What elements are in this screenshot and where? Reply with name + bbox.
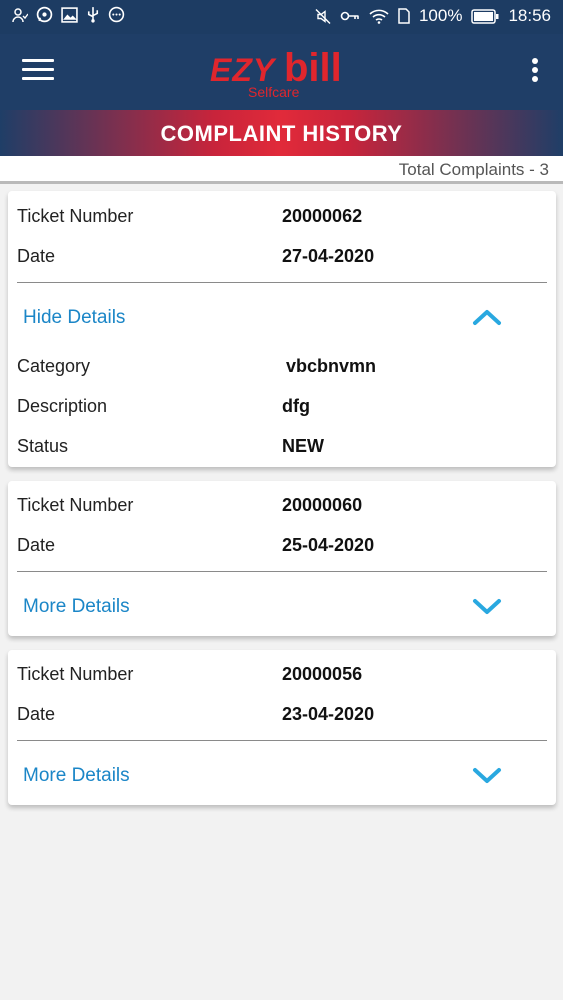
total-complaints-row: Total Complaints - 3 — [0, 156, 563, 184]
mute-icon — [315, 8, 331, 24]
date-value: 23-04-2020 — [282, 704, 375, 724]
image-icon — [61, 6, 78, 23]
ticket-number-row: Ticket Number 20000060 — [8, 495, 556, 525]
ticket-number-value: 20000062 — [282, 206, 363, 226]
card-divider — [17, 740, 547, 741]
more-details-toggle[interactable]: More Details — [8, 757, 556, 797]
card-divider — [17, 282, 547, 283]
ticket-number-label: Ticket Number — [17, 664, 134, 684]
hide-details-toggle[interactable]: Hide Details — [8, 299, 556, 339]
category-label: Category — [17, 356, 91, 376]
date-row: Date 25-04-2020 — [8, 535, 556, 565]
date-value: 25-04-2020 — [282, 535, 375, 555]
wifi-icon — [369, 9, 389, 24]
page-title: COMPLAINT HISTORY — [160, 121, 403, 146]
logo-tagline: Selfcare — [248, 84, 300, 100]
complaint-card: Ticket Number 20000060 Date 25-04-2020 M… — [8, 481, 556, 636]
key-icon — [340, 11, 359, 21]
ticket-number-value: 20000060 — [282, 495, 363, 515]
app-bar: EZY bill Selfcare — [0, 34, 563, 110]
chat-icon — [108, 6, 125, 23]
date-row: Date 27-04-2020 — [8, 246, 556, 276]
description-row: Description dfg — [8, 396, 556, 426]
date-label: Date — [17, 246, 56, 266]
status-bar: 100% 18:56 — [0, 0, 563, 34]
total-complaints: Total Complaints - 3 — [398, 160, 549, 179]
card-divider — [17, 571, 547, 572]
category-value: vbcbnvmn — [286, 356, 377, 376]
sim-icon — [398, 8, 410, 24]
notification-icons — [12, 6, 125, 23]
hamburger-menu-icon[interactable] — [22, 59, 54, 85]
system-status: 100% 18:56 — [315, 6, 551, 26]
status-row: Status NEW — [8, 436, 556, 466]
ticket-number-value: 20000056 — [282, 664, 363, 684]
battery-icon — [471, 8, 499, 24]
more-details-label: More Details — [23, 596, 130, 617]
more-vertical-icon[interactable] — [531, 58, 539, 86]
category-row: Category vbcbnvmn — [8, 356, 556, 386]
description-value: dfg — [282, 396, 310, 416]
status-value: NEW — [282, 436, 324, 456]
status-label: Status — [17, 436, 69, 456]
hide-details-label: Hide Details — [23, 307, 126, 328]
status-time: 18:56 — [508, 6, 551, 25]
page-title-bar: COMPLAINT HISTORY — [0, 110, 563, 156]
more-details-label: More Details — [23, 765, 130, 786]
person-icon — [12, 7, 28, 22]
chevron-down-icon[interactable] — [472, 596, 502, 616]
chevron-down-icon[interactable] — [472, 765, 502, 785]
ticket-number-row: Ticket Number 20000056 — [8, 664, 556, 694]
chevron-up-icon[interactable] — [472, 307, 502, 327]
ticket-number-label: Ticket Number — [17, 495, 134, 515]
more-details-toggle[interactable]: More Details — [8, 588, 556, 628]
date-label: Date — [17, 704, 56, 724]
complaint-card: Ticket Number 20000056 Date 23-04-2020 M… — [8, 650, 556, 805]
battery-percent: 100% — [418, 6, 463, 25]
whatsapp-icon — [36, 6, 53, 23]
ticket-number-label: Ticket Number — [17, 206, 134, 226]
ezybill-logo: EZY bill Selfcare — [206, 46, 358, 102]
ticket-number-row: Ticket Number 20000062 — [8, 206, 556, 236]
date-label: Date — [17, 535, 56, 555]
date-row: Date 23-04-2020 — [8, 704, 556, 734]
description-label: Description — [17, 396, 108, 416]
date-value: 27-04-2020 — [282, 246, 375, 266]
complaint-card: Ticket Number 20000062 Date 27-04-2020 H… — [8, 191, 556, 467]
usb-icon — [87, 7, 99, 23]
